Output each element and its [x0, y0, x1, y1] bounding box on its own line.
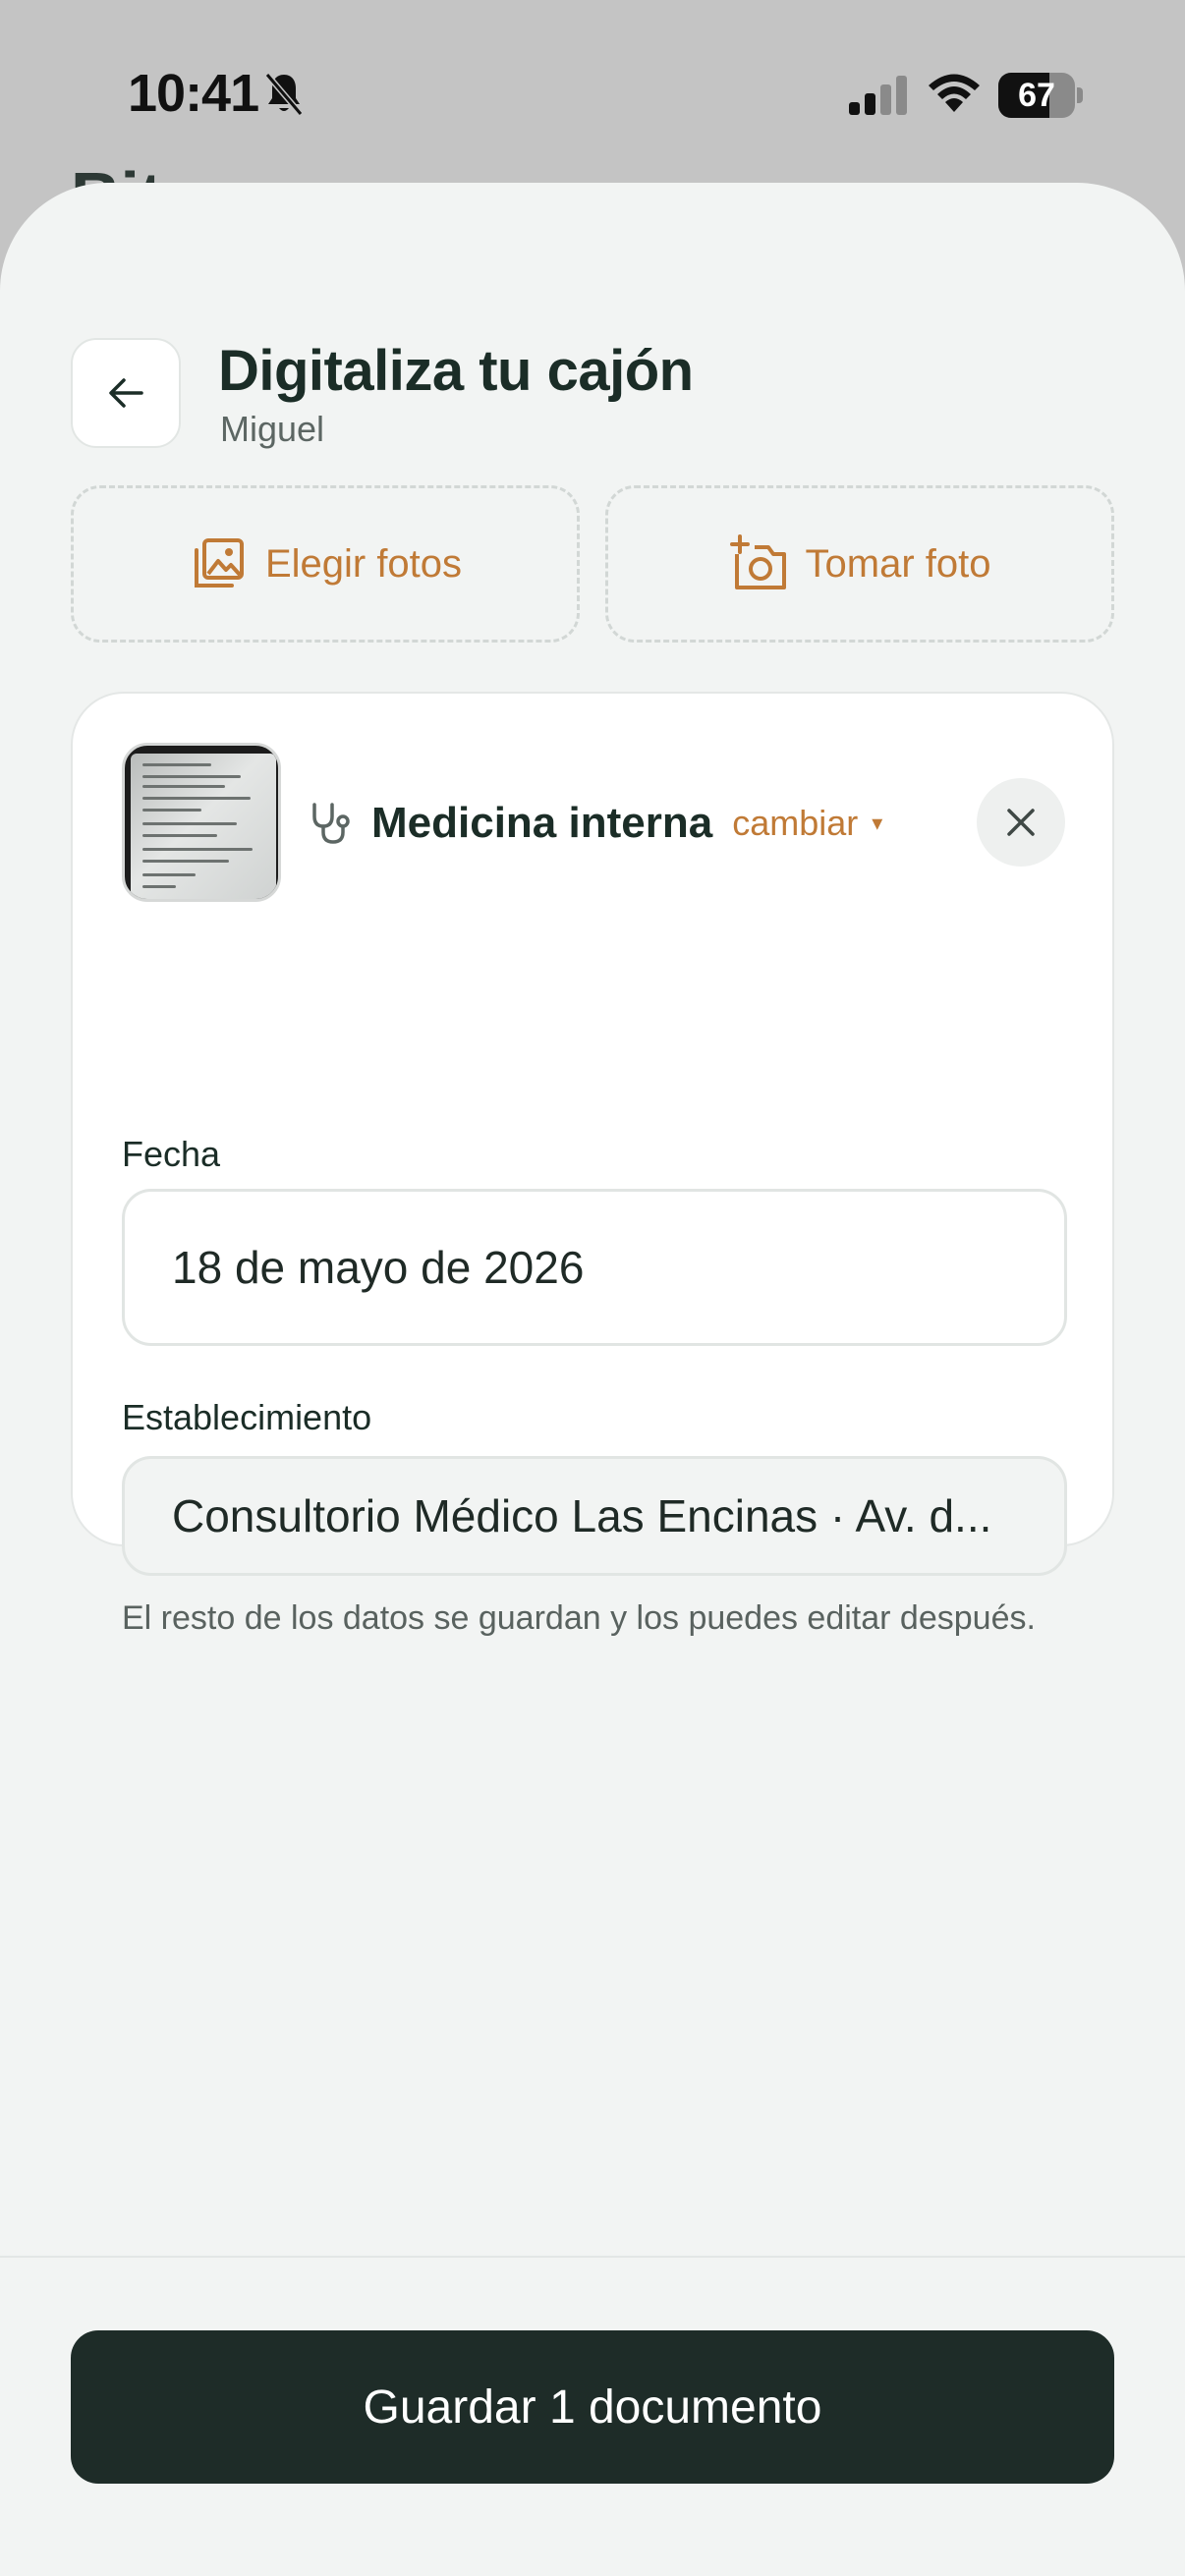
signal-icon: [849, 76, 907, 115]
gallery-icon: [194, 538, 244, 588]
battery-percent: 67: [1018, 77, 1055, 114]
arrow-left-icon: [109, 378, 143, 408]
status-bar: 10:41 67 Bit: [0, 0, 1185, 235]
take-photo-label: Tomar foto: [805, 541, 991, 586]
sheet-header: Digitaliza tu cajón Miguel: [71, 338, 1112, 449]
status-time: 10:41: [128, 64, 259, 123]
page-subtitle: Miguel: [220, 409, 325, 449]
take-photo-button[interactable]: Tomar foto: [605, 485, 1114, 643]
date-label: Fecha: [122, 1134, 221, 1174]
bottom-sheet: Digitaliza tu cajón Miguel Elegir fotos …: [0, 183, 1185, 2576]
establishment-label: Establecimiento: [122, 1397, 372, 1437]
close-icon: [1007, 809, 1035, 836]
bell-off-icon: [264, 73, 304, 116]
camera-plus-icon: [729, 534, 786, 589]
document-thumbnail[interactable]: [122, 743, 281, 902]
choose-photos-button[interactable]: Elegir fotos: [71, 485, 580, 643]
caret-down-icon: ▾: [872, 811, 883, 835]
remove-document-button[interactable]: [977, 778, 1065, 867]
back-button[interactable]: [71, 338, 181, 448]
footer-divider: [0, 2256, 1185, 2258]
wifi-icon: [929, 74, 980, 112]
establishment-field[interactable]: Consultorio Médico Las Encinas · Av. d..…: [122, 1456, 1067, 1576]
date-field[interactable]: 18 de mayo de 2026: [122, 1189, 1067, 1346]
stethoscope-icon: [312, 803, 350, 844]
help-text: El resto de los datos se guardan y los p…: [122, 1599, 1036, 1637]
specialty-row: Medicina interna cambiar ▾: [309, 776, 882, 870]
change-specialty-link[interactable]: cambiar ▾: [732, 803, 882, 844]
photo-actions: Elegir fotos Tomar foto: [71, 485, 1114, 643]
save-documents-button[interactable]: Guardar 1 documento: [71, 2330, 1114, 2484]
choose-photos-label: Elegir fotos: [264, 541, 463, 586]
specialty-name: Medicina interna: [371, 799, 713, 847]
document-card: Medicina interna cambiar ▾ Fecha 18 de m…: [71, 692, 1114, 1637]
battery-icon: 67: [998, 73, 1083, 118]
page-title: Digitaliza tu cajón: [218, 339, 694, 403]
change-specialty-label: cambiar: [732, 803, 859, 843]
